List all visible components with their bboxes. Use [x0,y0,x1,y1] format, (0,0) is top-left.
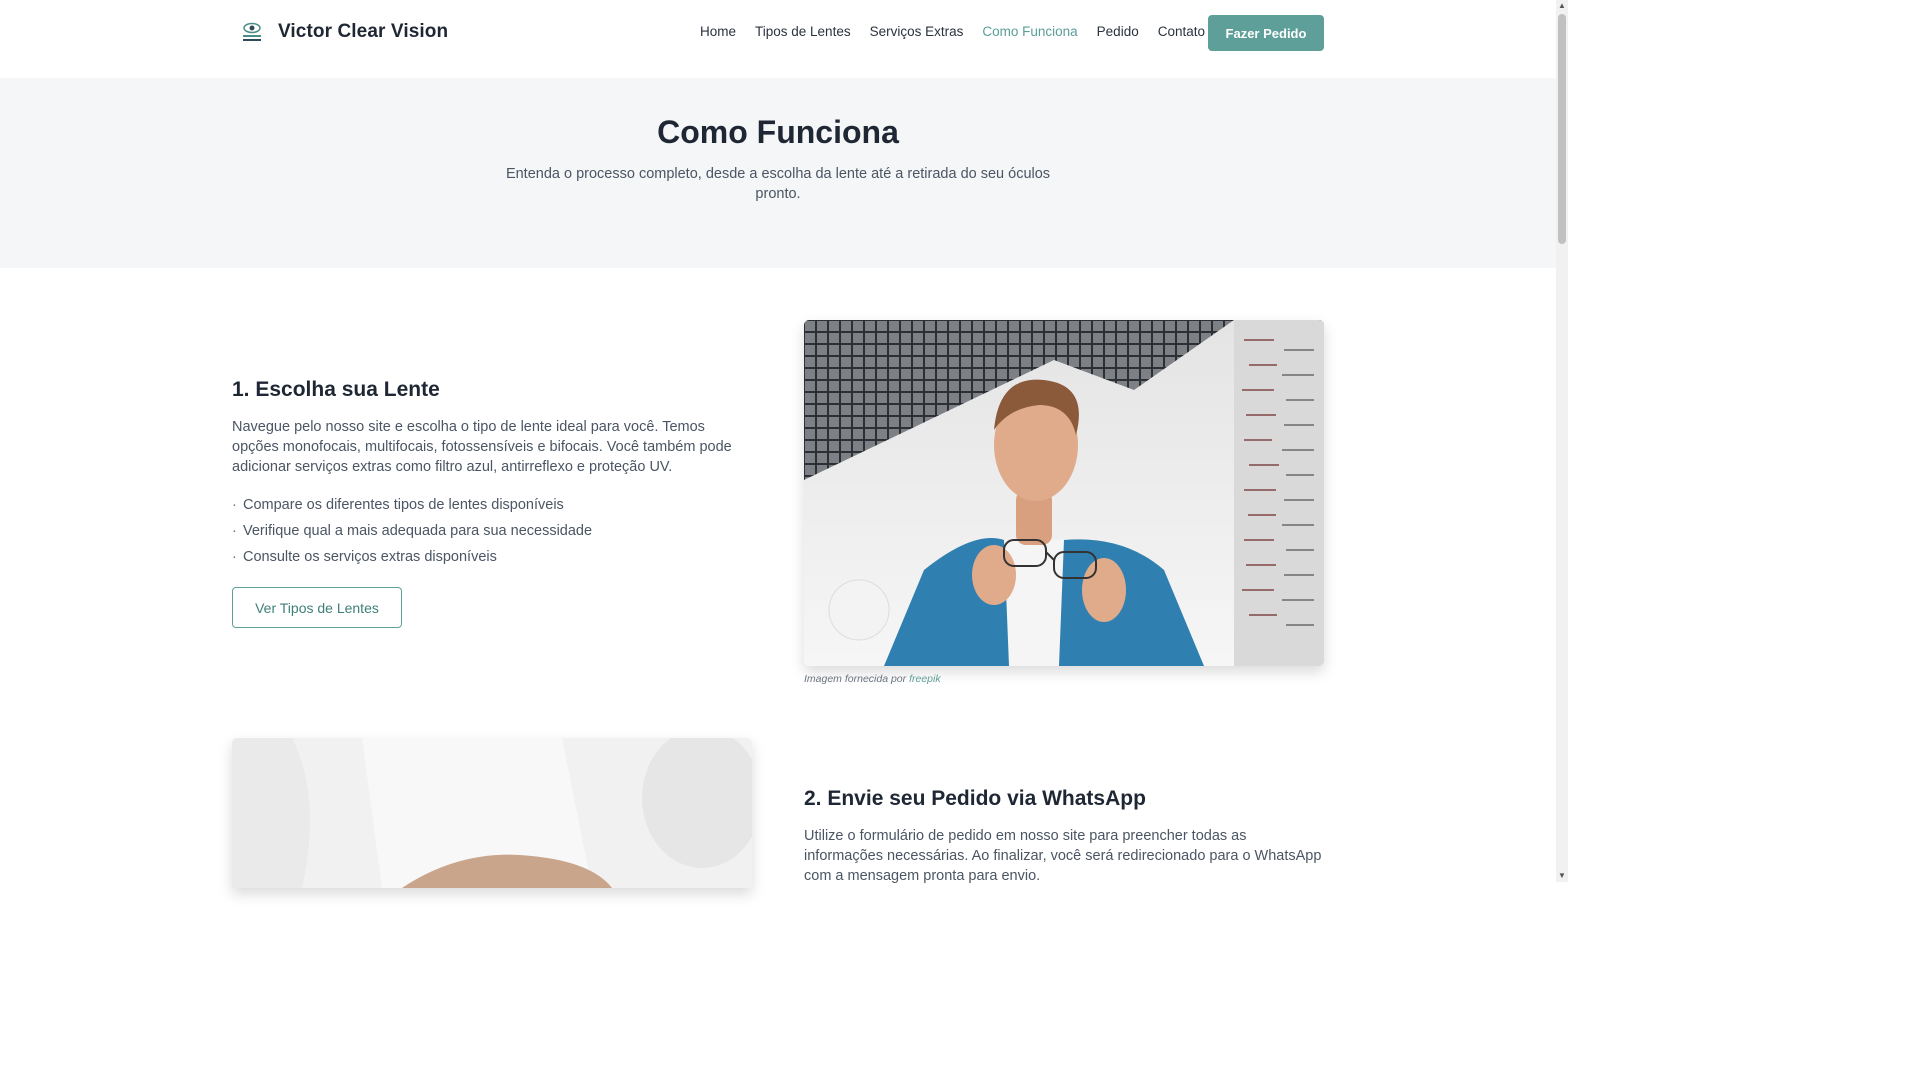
freepik-link[interactable]: freepik [909,673,941,685]
whatsapp-order-photo [232,738,752,888]
nav-item-como-funciona[interactable]: Como Funciona [982,24,1077,39]
step-1-list: · Compare os diferentes tipos de lentes d… [232,495,592,573]
nav-item-home[interactable]: Home [700,24,736,39]
scroll-thumb[interactable] [1558,14,1566,244]
site-header: Victor Clear Vision Home Tipos de Lentes… [0,0,1556,78]
ver-tipos-de-lentes-button[interactable]: Ver Tipos de Lentes [232,587,402,628]
hero-section: Como Funciona Entenda o processo complet… [0,78,1556,268]
brand[interactable]: Victor Clear Vision [238,18,448,46]
page-subtitle: Entenda o processo completo, desde a esc… [505,166,1051,202]
scroll-up-arrow-icon[interactable]: ▲ [1556,0,1568,12]
nav-item-contato[interactable]: Contato [1158,24,1205,39]
image-caption: Imagem fornecida por freepik [804,673,941,685]
step-2-title: 2. Envie seu Pedido via WhatsApp [804,787,1146,810]
nav-item-pedido[interactable]: Pedido [1097,24,1139,39]
nav-item-tipos-de-lentes[interactable]: Tipos de Lentes [755,24,851,39]
step-2-text: Utilize o formulário de pedido em nosso … [804,828,1322,884]
man-with-glasses-photo [804,320,1324,666]
list-item: · Verifique qual a mais adequada para sua… [232,523,593,539]
page-scrollbar[interactable]: ▲ ▼ [1556,0,1568,882]
main-nav: Home Tipos de Lentes Serviços Extras Com… [700,24,1224,39]
list-item: · Consulte os serviços extras disponíveis [232,549,497,565]
nav-item-servicos-extras[interactable]: Serviços Extras [870,24,964,39]
list-item: · Compare os diferentes tipos de lentes d… [232,497,564,513]
scroll-down-arrow-icon[interactable]: ▼ [1556,870,1568,882]
step-1-text: Navegue pelo nosso site e escolha o tipo… [232,419,732,475]
page-title: Como Funciona [657,114,899,150]
brand-name: Victor Clear Vision [278,21,449,42]
fazer-pedido-button[interactable]: Fazer Pedido [1208,15,1324,51]
eye-logo-icon [243,22,261,41]
step-1-title: 1. Escolha sua Lente [232,378,440,401]
